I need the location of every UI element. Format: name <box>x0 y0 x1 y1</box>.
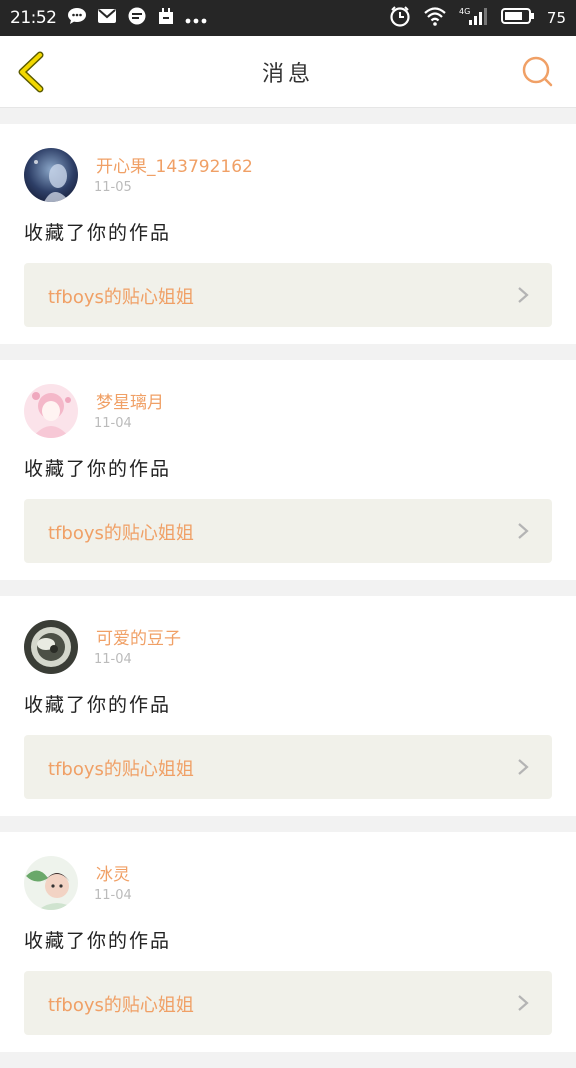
username[interactable]: 冰灵 <box>96 860 130 885</box>
message-date: 11-04 <box>94 416 132 431</box>
battery-icon <box>500 7 535 29</box>
message-date: 11-04 <box>94 888 132 903</box>
work-link[interactable]: tfboys的贴心姐姐 <box>24 735 552 799</box>
more-dots-icon <box>185 9 207 28</box>
username[interactable]: 梦星璃月 <box>96 388 164 413</box>
message-date: 11-04 <box>94 652 132 667</box>
action-text: 收藏了你的作品 <box>24 222 172 244</box>
store-icon <box>157 7 175 29</box>
search-button[interactable] <box>520 54 556 90</box>
message-card: 冰灵 11-04 收藏了你的作品 tfboys的贴心姐姐 <box>0 832 576 1052</box>
avatar[interactable] <box>24 620 78 674</box>
avatar[interactable] <box>24 384 78 438</box>
username[interactable]: 可爱的豆子 <box>96 624 181 649</box>
wifi-icon <box>423 6 447 30</box>
action-text: 收藏了你的作品 <box>24 458 172 480</box>
alarm-clock-icon <box>389 5 411 31</box>
action-text: 收藏了你的作品 <box>24 694 172 716</box>
work-title: tfboys的贴心姐姐 <box>48 523 194 544</box>
battery-level: 75 <box>546 9 566 27</box>
avatar[interactable] <box>24 148 78 202</box>
status-time: 21:52 <box>10 8 57 28</box>
chevron-right-icon <box>518 523 529 539</box>
status-left: 21:52 <box>10 7 207 29</box>
message-card: 梦星璃月 11-04 收藏了你的作品 tfboys的贴心姐姐 <box>0 360 576 580</box>
status-right: 4G 75 <box>389 5 566 31</box>
status-bar: 21:52 4G 75 <box>0 0 576 36</box>
mail-icon <box>97 8 117 28</box>
page-title: 消息 <box>261 62 314 87</box>
chat-bubble-icon <box>67 7 87 29</box>
search-icon <box>522 56 553 87</box>
chevron-right-icon <box>518 287 529 303</box>
work-title: tfboys的贴心姐姐 <box>48 995 194 1016</box>
message-card: 可爱的豆子 11-04 收藏了你的作品 tfboys的贴心姐姐 <box>0 596 576 816</box>
chevron-right-icon <box>518 759 529 775</box>
nav-bar: 消息 <box>0 36 576 108</box>
username[interactable]: 开心果_143792162 <box>96 152 253 177</box>
work-link[interactable]: tfboys的贴心姐姐 <box>24 971 552 1035</box>
work-link[interactable]: tfboys的贴心姐姐 <box>24 263 552 327</box>
message-card: 开心果_143792162 11-05 收藏了你的作品 tfboys的贴心姐姐 <box>0 124 576 344</box>
message-date: 11-05 <box>94 180 132 195</box>
chevron-right-icon <box>518 995 529 1011</box>
avatar[interactable] <box>24 856 78 910</box>
message-list: 开心果_143792162 11-05 收藏了你的作品 tfboys的贴心姐姐 … <box>0 124 576 1068</box>
work-title: tfboys的贴心姐姐 <box>48 287 194 308</box>
network-label: 4G <box>459 7 470 16</box>
action-text: 收藏了你的作品 <box>24 930 172 952</box>
signal-4g-icon: 4G <box>459 6 489 30</box>
work-link[interactable]: tfboys的贴心姐姐 <box>24 499 552 563</box>
message-icon <box>127 7 147 29</box>
work-title: tfboys的贴心姐姐 <box>48 759 194 780</box>
